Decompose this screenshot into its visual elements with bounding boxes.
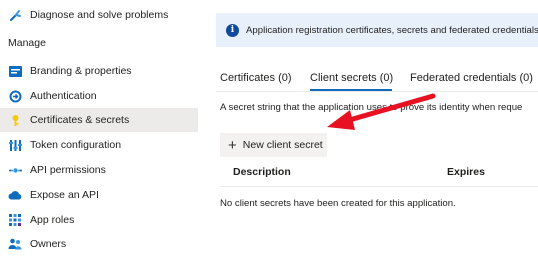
wrench-icon xyxy=(8,8,22,22)
sidebar-item-authentication[interactable]: Authentication xyxy=(0,84,198,108)
column-header-expires[interactable]: Expires xyxy=(447,166,485,178)
tab-certificates[interactable]: Certificates (0) xyxy=(220,72,292,84)
tabs-divider xyxy=(216,91,538,92)
cloud-icon xyxy=(8,188,22,202)
tab-client-secrets[interactable]: Client secrets (0) xyxy=(310,72,393,84)
sidebar-item-certificates-secrets[interactable]: Certificates & secrets xyxy=(0,108,198,132)
sidebar-item-api-permissions[interactable]: API permissions xyxy=(0,158,198,182)
sidebar-item-label: Certificates & secrets xyxy=(30,114,130,126)
sidebar-item-label: App roles xyxy=(30,214,75,226)
owners-icon xyxy=(8,237,22,251)
sidebar-item-app-roles[interactable]: App roles xyxy=(0,208,198,232)
key-icon xyxy=(8,113,22,127)
info-icon: i xyxy=(226,23,239,37)
sidebar-item-branding[interactable]: Branding & properties xyxy=(0,59,198,83)
sidebar-item-diagnose[interactable]: Diagnose and solve problems xyxy=(0,3,198,27)
sidebar-item-label: Authentication xyxy=(30,90,97,102)
authentication-icon xyxy=(8,89,22,103)
token-config-icon xyxy=(8,138,22,152)
column-header-description[interactable]: Description xyxy=(233,166,291,178)
sidebar-item-label: Token configuration xyxy=(30,139,122,151)
section-label-manage: Manage xyxy=(8,37,46,49)
banner-text: Application registration certificates, s… xyxy=(246,24,538,36)
table-header-divider xyxy=(220,186,538,187)
sidebar-item-token-configuration[interactable]: Token configuration xyxy=(0,133,198,157)
sidebar-item-label: Owners xyxy=(30,238,67,250)
sidebar-item-owners[interactable]: Owners xyxy=(0,232,198,256)
sidebar-item-label: Expose an API xyxy=(30,189,99,201)
sidebar-item-label: API permissions xyxy=(30,164,106,176)
sidebar-item-expose-api[interactable]: Expose an API xyxy=(0,183,198,207)
new-client-secret-label: New client secret xyxy=(242,139,323,151)
new-client-secret-button[interactable]: + New client secret xyxy=(220,133,327,157)
sidebar: Diagnose and solve problems Manage Brand… xyxy=(0,0,198,256)
info-banner: i Application registration certificates,… xyxy=(216,13,538,47)
app-roles-icon xyxy=(8,213,22,227)
branding-icon xyxy=(8,64,22,78)
sidebar-item-label: Diagnose and solve problems xyxy=(30,9,169,21)
api-permissions-icon xyxy=(8,163,22,177)
empty-table-message: No client secrets have been created for … xyxy=(220,198,456,209)
sidebar-item-label: Branding & properties xyxy=(30,65,132,77)
client-secrets-description: A secret string that the application use… xyxy=(220,102,523,113)
plus-icon: + xyxy=(228,136,237,154)
tab-federated-credentials[interactable]: Federated credentials (0) xyxy=(410,72,533,84)
